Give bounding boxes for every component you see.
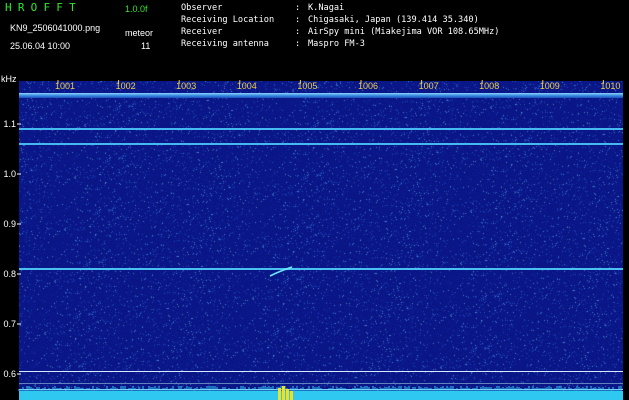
baseline-spikes	[18, 386, 622, 400]
spectrogram-window: HROFFT 1.0.0f KN9_2506041000.png meteor …	[0, 0, 629, 400]
